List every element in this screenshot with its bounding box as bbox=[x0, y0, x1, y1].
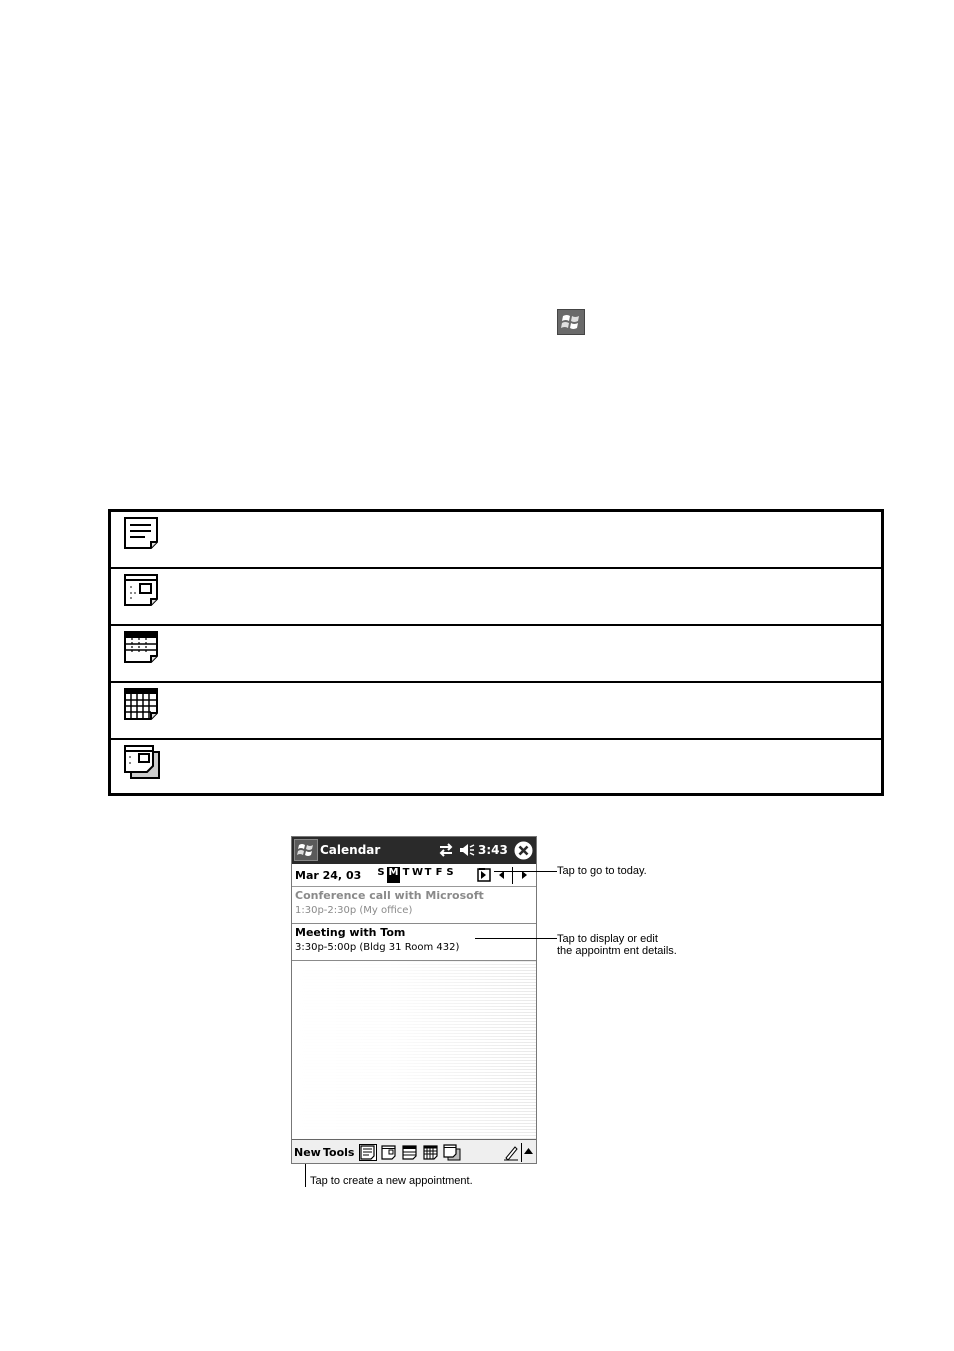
callout-line-new bbox=[305, 1164, 306, 1187]
year-view-icon[interactable] bbox=[443, 1144, 461, 1161]
title-bar: Calendar 3:43 bbox=[292, 837, 536, 864]
weekday-monday[interactable]: M bbox=[387, 867, 400, 883]
appointment-title: Meeting with Tom bbox=[295, 926, 406, 939]
start-menu-icon[interactable] bbox=[294, 839, 318, 861]
weekday-saturday[interactable]: S bbox=[445, 867, 455, 883]
callout-line-details bbox=[475, 938, 557, 939]
nav-separator bbox=[512, 867, 513, 884]
current-date[interactable]: Mar 24, 03 bbox=[295, 869, 361, 882]
weekday-tuesday[interactable]: T bbox=[401, 867, 411, 883]
month-view-icon[interactable] bbox=[422, 1144, 440, 1161]
weekday-thursday[interactable]: T bbox=[423, 867, 433, 883]
app-title: Calendar bbox=[320, 843, 381, 857]
agenda-view-icon bbox=[124, 517, 158, 549]
menu-bar: New Tools bbox=[292, 1139, 536, 1163]
weekday-sunday[interactable]: S bbox=[376, 867, 386, 883]
agenda-view-icon[interactable] bbox=[359, 1144, 377, 1161]
speaker-icon[interactable] bbox=[458, 841, 476, 859]
close-icon[interactable] bbox=[514, 841, 533, 860]
tools-menu[interactable]: Tools bbox=[323, 1146, 354, 1159]
callout-details-line2: the appointm ent details. bbox=[557, 945, 677, 957]
appointment-details: 1:30p-2:30p (My office) bbox=[295, 905, 413, 916]
callout-new-appointment: Tap to create a new appointment. bbox=[310, 1175, 473, 1187]
list-item[interactable]: Conference call with Microsoft 1:30p-2:3… bbox=[292, 887, 536, 924]
appointment-details: 3:30p-5:00p (Bldg 31 Room 432) bbox=[295, 942, 460, 953]
day-view-icon bbox=[124, 574, 158, 606]
callout-today: Tap to go to today. bbox=[557, 865, 647, 877]
day-view-icon[interactable] bbox=[380, 1144, 398, 1161]
callout-line-today bbox=[494, 871, 557, 872]
table-row bbox=[111, 569, 881, 626]
table-row bbox=[111, 512, 881, 569]
list-item[interactable]: Meeting with Tom 3:30p-5:00p (Bldg 31 Ro… bbox=[292, 924, 536, 961]
input-panel-arrow-icon[interactable] bbox=[524, 1148, 533, 1154]
table-row bbox=[111, 626, 881, 683]
date-bar: Mar 24, 03 S M T W T F S bbox=[292, 865, 536, 887]
go-to-today-icon[interactable] bbox=[477, 868, 491, 882]
calendar-view-icon-table bbox=[108, 509, 884, 796]
weekday-friday[interactable]: F bbox=[434, 867, 444, 883]
week-view-icon[interactable] bbox=[401, 1144, 419, 1161]
new-menu[interactable]: New bbox=[294, 1146, 321, 1159]
table-row bbox=[111, 683, 881, 740]
weekday-wednesday[interactable]: W bbox=[412, 867, 423, 883]
weekday-selector: S M T W T F S bbox=[376, 867, 456, 883]
clock[interactable]: 3:43 bbox=[478, 843, 508, 857]
table-row bbox=[111, 740, 881, 793]
input-panel-pen-icon[interactable] bbox=[503, 1144, 519, 1161]
agenda-list: Conference call with Microsoft 1:30p-2:3… bbox=[292, 887, 536, 1139]
pocket-pc-calendar-screen: Calendar 3:43 Mar 24, 03 S M T W T F S C… bbox=[291, 836, 537, 1164]
windows-start-icon bbox=[557, 309, 585, 335]
connectivity-icon[interactable] bbox=[438, 841, 454, 859]
appointment-title: Conference call with Microsoft bbox=[295, 889, 484, 902]
callout-details-line1: Tap to display or edit bbox=[557, 933, 658, 945]
year-view-icon bbox=[124, 745, 160, 779]
menu-separator bbox=[521, 1143, 522, 1162]
week-view-icon bbox=[124, 631, 158, 663]
month-view-icon bbox=[124, 688, 158, 720]
